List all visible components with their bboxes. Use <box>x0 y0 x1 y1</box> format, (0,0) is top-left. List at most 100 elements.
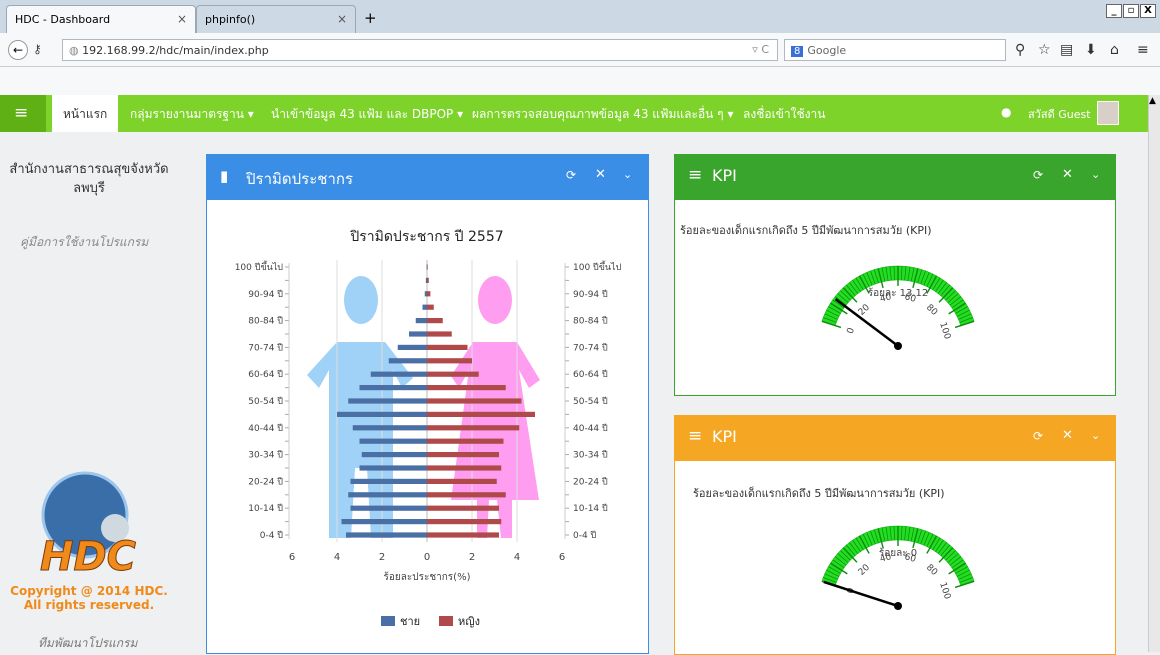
bar-female <box>427 412 535 417</box>
greeting[interactable]: สวัสดี Guest <box>1028 105 1091 123</box>
y-tick-label-right: 100 ปีขึ้นไป <box>573 260 622 273</box>
refresh-icon[interactable]: ⟳ <box>1033 168 1043 182</box>
gauge-tick-label: 20 <box>857 563 872 578</box>
refresh-icon[interactable]: ⟳ <box>566 168 576 182</box>
bar-female <box>427 331 452 336</box>
bar-female <box>427 532 499 537</box>
y-tick-label-left: 20-24 ปี <box>248 476 283 487</box>
bar-male <box>351 506 428 511</box>
y-tick-label-right: 0-4 ปี <box>573 530 597 541</box>
search-input[interactable]: 8 Google <box>784 39 1006 61</box>
close-icon[interactable]: × <box>337 12 347 26</box>
nav-item-login[interactable]: ลงชื่อเข้าใช้งาน <box>743 105 825 124</box>
globe-icon: ◍ <box>69 44 82 57</box>
close-icon[interactable]: ✕ <box>1062 167 1073 182</box>
avatar[interactable] <box>1097 101 1119 125</box>
search-placeholder: Google <box>807 44 846 57</box>
gauge-tick-label: 80 <box>924 563 939 578</box>
nav-item-quality[interactable]: ผลการตรวจสอบคุณภาพข้อมูล 43 แฟ้มและอื่น … <box>472 105 733 124</box>
bookmarks-icon[interactable]: ▤ <box>1060 42 1073 58</box>
legend-male: ชาย <box>400 615 420 628</box>
x-tick-label: 4 <box>334 552 340 563</box>
bar-female <box>427 372 479 377</box>
download-icon[interactable]: ⬇ <box>1085 42 1097 58</box>
search-engine-icon[interactable]: 8 <box>791 46 803 57</box>
reload-icon[interactable]: ▿ C <box>752 43 769 56</box>
y-tick-label-right: 70-74 ปี <box>573 342 608 353</box>
bar-female <box>427 278 429 283</box>
bar-male <box>337 412 427 417</box>
chevron-down-icon[interactable]: ⌄ <box>623 168 632 181</box>
x-tick-label: 0 <box>424 552 430 563</box>
back-icon[interactable]: ← <box>8 40 28 60</box>
population-pyramid-chart: ปิรามิดประชากร ปี 2557 6420246100 ปีขึ้น… <box>207 200 648 645</box>
document-icon: ▮ <box>220 167 228 185</box>
bar-male <box>360 385 428 390</box>
nav-item-home[interactable]: หน้าแรก <box>63 105 107 124</box>
close-window-button[interactable]: X <box>1140 4 1156 18</box>
scroll-up-icon[interactable]: ▲ <box>1149 96 1156 106</box>
bar-male <box>353 425 427 430</box>
x-tick-label: 6 <box>289 552 295 563</box>
bar-male <box>360 465 428 470</box>
legend-female-swatch <box>439 616 453 626</box>
bar-male <box>360 439 428 444</box>
bar-male <box>362 452 427 457</box>
bar-male <box>389 358 427 363</box>
url-bar[interactable]: ◍ 192.168.99.2/hdc/main/index.php ▿ C <box>62 39 778 61</box>
star-icon[interactable]: ☆ <box>1038 42 1051 58</box>
gauge-needle <box>824 582 898 606</box>
bar-female <box>427 519 501 524</box>
gauge-value-label: ร้อยละ 13.12 <box>868 287 929 299</box>
bar-female <box>427 264 428 269</box>
maximize-button[interactable]: ▫ <box>1123 4 1139 18</box>
bar-female <box>427 385 506 390</box>
scrollbar[interactable] <box>1148 95 1160 652</box>
y-tick-label-right: 40-44 ปี <box>573 423 608 434</box>
bar-female <box>427 305 434 310</box>
manual-link[interactable]: คู่มือการใช้งานโปรแกรม <box>20 233 148 252</box>
bar-female <box>427 398 522 403</box>
chevron-down-icon[interactable]: ⌄ <box>1091 429 1100 442</box>
y-tick-label-right: 10-14 ปี <box>573 503 608 514</box>
x-tick-label: 2 <box>469 552 475 563</box>
y-tick-label-left: 30-34 ปี <box>248 450 283 461</box>
list-icon: ≡ <box>688 165 702 185</box>
home-icon[interactable]: ⌂ <box>1110 42 1119 58</box>
menu-icon[interactable]: ≡ <box>1137 42 1149 58</box>
url-text: 192.168.99.2/hdc/main/index.php <box>82 44 269 57</box>
gauge-value-label: ร้อยละ 0 <box>879 547 917 559</box>
minimize-button[interactable]: _ <box>1106 4 1122 18</box>
close-icon[interactable]: ✕ <box>595 167 606 182</box>
new-tab-button[interactable]: + <box>364 9 377 27</box>
y-tick-label-right: 30-34 ปี <box>573 450 608 461</box>
y-tick-label-left: 10-14 ปี <box>248 503 283 514</box>
team-link[interactable]: ทีมพัฒนาโปรแกรม <box>38 634 137 653</box>
close-icon[interactable]: ✕ <box>1062 428 1073 443</box>
chevron-down-icon[interactable]: ⌄ <box>1091 168 1100 181</box>
y-tick-label-left: 0-4 ปี <box>260 530 284 541</box>
y-tick-label-right: 50-54 ปี <box>573 396 608 407</box>
bar-female <box>427 291 430 296</box>
y-tick-label-right: 20-24 ปี <box>573 476 608 487</box>
kpi1-gauge: 020406080100ร้อยละ 13.12 <box>806 240 990 370</box>
legend-male-swatch <box>381 616 395 626</box>
refresh-icon[interactable]: ⟳ <box>1033 429 1043 443</box>
nav-item-standard-reports[interactable]: กลุ่มรายงานมาตรฐาน ▾ <box>130 105 254 124</box>
org-name: สำนักงานสาธารณสุขจังหวัดลพบุรี <box>6 160 172 198</box>
gauge-tick-label: 100 <box>937 321 952 341</box>
bar-female <box>427 318 443 323</box>
search-icon[interactable]: ⚲ <box>1015 42 1025 58</box>
bar-female <box>427 345 468 350</box>
bar-female <box>427 439 504 444</box>
bar-female <box>427 465 501 470</box>
tab-phpinfo[interactable]: phpinfo()× <box>196 5 356 33</box>
pictogram-background <box>307 276 540 538</box>
bar-male <box>342 519 428 524</box>
tab-hdc-dashboard[interactable]: HDC - Dashboard× <box>6 5 196 33</box>
hdc-logo: HDC <box>30 470 160 590</box>
nav-item-import[interactable]: นำเข้าข้อมูล 43 แฟ้ม และ DBPOP ▾ <box>271 105 463 124</box>
close-icon[interactable]: × <box>177 12 187 26</box>
kpi1-title: KPI <box>712 166 737 185</box>
hamburger-icon[interactable]: ≡ <box>14 103 28 123</box>
